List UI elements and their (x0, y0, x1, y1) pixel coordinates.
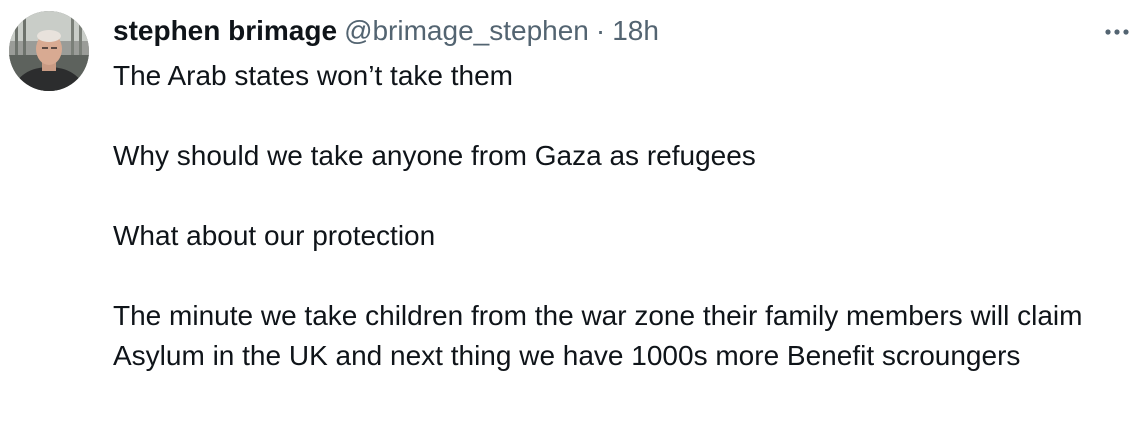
tweet-paragraph: The minute we take children from the war… (113, 300, 1083, 371)
more-horizontal-icon (1105, 29, 1129, 35)
avatar[interactable] (9, 11, 89, 91)
tweet-paragraph: What about our protection (113, 220, 436, 251)
separator-dot: · (595, 15, 606, 46)
tweet-paragraph: The Arab states won’t take them (113, 60, 513, 91)
user-handle[interactable]: @brimage_stephen (344, 14, 589, 48)
display-name[interactable]: stephen brimage (113, 14, 337, 48)
profile-photo-icon (9, 11, 89, 91)
tweet-paragraph: Why should we take anyone from Gaza as r… (113, 140, 756, 171)
tweet-header: stephen brimage @brimage_stephen · 18h (113, 14, 659, 48)
tweet-text: The Arab states won’t take them Why shou… (113, 56, 1113, 376)
tweet[interactable]: stephen brimage @brimage_stephen · 18h T… (0, 0, 1133, 427)
more-options-button[interactable] (1100, 20, 1132, 44)
timestamp[interactable]: 18h (612, 14, 659, 48)
